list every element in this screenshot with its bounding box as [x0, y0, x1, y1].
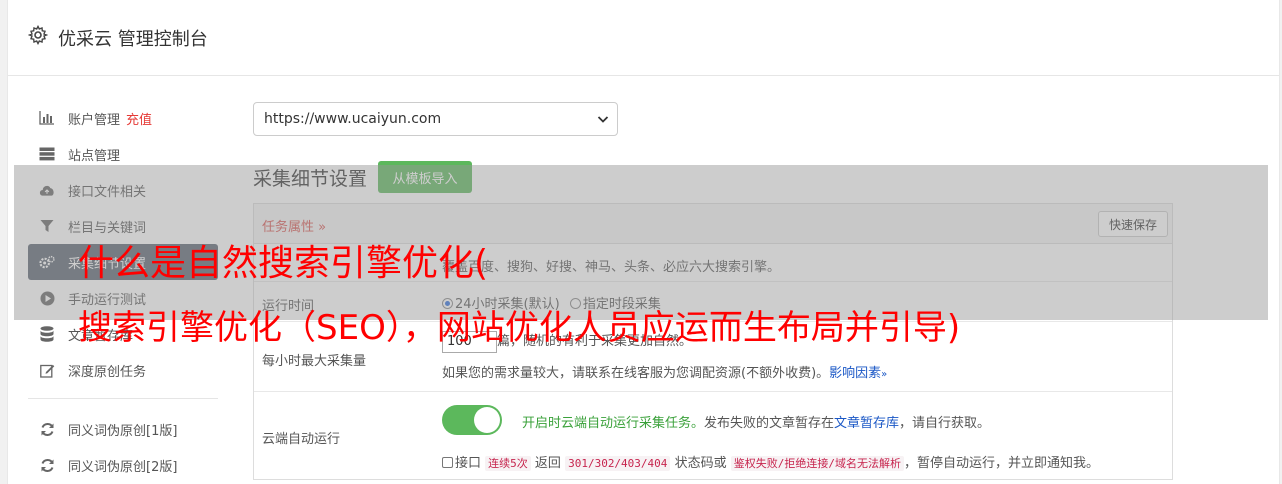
- sidebar-divider: [28, 398, 218, 399]
- factors-link[interactable]: 影响因素»: [829, 366, 887, 381]
- chevron-down-icon: [597, 116, 609, 123]
- pause-text-tail: ，暂停自动运行，并立即通知我。: [903, 456, 1099, 471]
- site-select-value: https://www.ucaiyun.com: [264, 111, 442, 127]
- article-store-link[interactable]: 文章暂存库: [834, 416, 899, 431]
- sidebar-item-synonym-v1[interactable]: 同义词伪原创[1版]: [28, 411, 218, 447]
- max-per-hour-line2: 如果您的需求量较大，请联系在线客服为您调配资源(不额外收费)。影响因素»: [442, 362, 887, 381]
- refresh-icon: [39, 457, 55, 473]
- sidebar-item-label: 同义词伪原创[2版]: [68, 459, 178, 475]
- cloud-run-on-text: 开启时云端自动运行采集任务。: [522, 416, 705, 431]
- edit-icon: [39, 362, 55, 378]
- chevron-double-down-icon: »: [881, 369, 888, 380]
- sidebar-item-synonym-v2[interactable]: 同义词伪原创[2版]: [28, 447, 218, 483]
- bar-chart-icon: [39, 110, 55, 126]
- contact-text: 如果您的需求量较大，请联系在线客服为您调配资源(不额外收费)。: [442, 366, 830, 381]
- pause-checkbox-label: 接口: [455, 456, 482, 471]
- pause-rule: 接口 连续5次 返回 301/302/403/404 状态码或 鉴权失败/拒绝连…: [442, 452, 1099, 471]
- sidebar-item-label: 深度原创任务: [68, 364, 147, 380]
- page-title: 优采云 管理控制台: [58, 29, 208, 50]
- sidebar-item-account[interactable]: 账户管理 充值: [28, 100, 218, 136]
- gear-icon: [28, 25, 48, 45]
- pause-checkbox[interactable]: [442, 457, 453, 468]
- sidebar-item-deep-original[interactable]: 深度原创任务: [28, 352, 218, 388]
- overlay-headline-1: 什么是自然搜索引擎优化(: [78, 243, 489, 284]
- cloud-run-toggle[interactable]: [442, 405, 502, 435]
- code-errors: 鉴权失败/拒绝连接/域名无法解析: [730, 456, 904, 471]
- server-icon: [39, 146, 55, 162]
- site-select[interactable]: https://www.ucaiyun.com: [253, 102, 618, 136]
- sidebar-item-label: 站点管理: [68, 148, 121, 164]
- max-per-hour-label: 每小时最大采集量: [262, 354, 367, 369]
- recharge-link[interactable]: 充值: [126, 109, 152, 128]
- pause-text-return: 返回: [534, 456, 561, 471]
- sidebar-item-label: 同义词伪原创[1版]: [68, 423, 178, 439]
- pause-text-mid: 状态码或: [674, 456, 727, 471]
- code-status: 301/302/403/404: [565, 456, 671, 471]
- cloud-run-desc-tail: ，请自行获取。: [899, 416, 991, 431]
- cloud-run-desc: 开启时云端自动运行采集任务。发布失败的文章暂存在文章暂存库，请自行获取。: [522, 412, 990, 431]
- refresh-icon: [39, 421, 55, 437]
- cloud-run-desc-text: 发布失败的文章暂存在: [704, 416, 835, 431]
- overlay-headline-2: 搜索引擎优化（SEO），网站优化人员应运而生布局并引导): [78, 308, 961, 348]
- cloud-run-label: 云端自动运行: [262, 432, 341, 447]
- row-cloud-run: 云端自动运行 开启时云端自动运行采集任务。发布失败的文章暂存在文章暂存库，请自行…: [254, 392, 1172, 481]
- code-consecutive: 连续5次: [485, 456, 531, 471]
- page-header: 优采云 管理控制台: [8, 0, 1279, 76]
- sidebar-item-label: 账户管理: [68, 112, 121, 128]
- database-icon: [39, 326, 55, 342]
